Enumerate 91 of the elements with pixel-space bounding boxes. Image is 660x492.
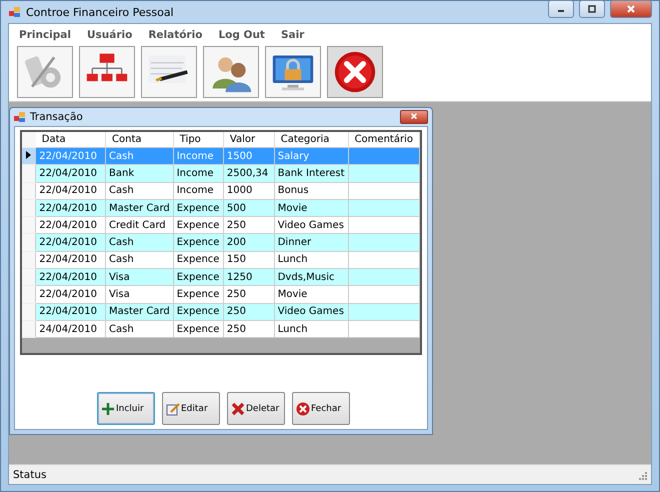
resize-grip-icon[interactable] — [637, 470, 647, 480]
maximize-button[interactable] — [579, 0, 605, 18]
table-cell: Expence — [173, 286, 224, 304]
table-cell: Dinner — [274, 234, 348, 252]
table-cell: 22/04/2010 — [36, 199, 106, 217]
table-cell: 250 — [223, 303, 274, 320]
close-icon — [409, 113, 419, 121]
column-header[interactable]: Conta — [106, 132, 174, 148]
column-header[interactable]: Data — [36, 132, 106, 148]
window-title: Controe Financeiro Pessoal — [26, 6, 174, 18]
close-button[interactable]: Fechar — [292, 392, 350, 425]
table-cell: Expence — [173, 216, 224, 234]
table-cell: 1250 — [223, 268, 274, 286]
table-cell: Credit Card — [106, 216, 174, 234]
table-cell: Expence — [173, 268, 224, 286]
table-cell: 22/04/2010 — [36, 286, 106, 304]
status-text: Status — [13, 468, 46, 480]
menu-item[interactable]: Usuário — [78, 28, 140, 42]
toolbar-button[interactable] — [141, 46, 197, 98]
notepad-icon — [166, 402, 180, 416]
delete-button[interactable]: Deletar — [227, 392, 285, 425]
table-cell: 24/04/2010 — [36, 320, 106, 338]
table-cell: Expence — [173, 251, 224, 269]
table-cell: 250 — [223, 320, 274, 338]
table-cell: Video Games — [274, 216, 348, 234]
close-button[interactable] — [400, 110, 428, 124]
form-icon — [14, 111, 26, 123]
table-cell: Dvds,Music — [274, 268, 348, 286]
table-cell: Cash — [106, 251, 174, 269]
table-cell: 22/04/2010 — [36, 268, 106, 286]
current-row-icon — [26, 150, 31, 159]
table-cell: Expence — [173, 320, 224, 338]
table-cell: 2500,34 — [223, 164, 274, 182]
close-button[interactable] — [610, 0, 652, 18]
app-icon — [9, 6, 21, 18]
maximize-icon — [587, 4, 597, 14]
table-cell: Movie — [274, 199, 348, 217]
table-cell: 200 — [223, 234, 274, 252]
table-cell: Bonus — [274, 182, 348, 200]
table-cell: Master Card — [106, 303, 174, 320]
table-cell: Master Card — [106, 199, 174, 217]
column-header[interactable]: Tipo — [173, 132, 224, 148]
table-cell: Expence — [173, 303, 224, 320]
table-cell: Video Games — [274, 303, 348, 320]
table-cell: Cash — [106, 320, 174, 338]
table-cell: Cash — [106, 182, 174, 200]
edit-button[interactable]: Editar — [162, 392, 220, 425]
cross-icon — [231, 402, 245, 416]
menu-item[interactable]: Principal — [11, 28, 79, 42]
cancel-icon — [333, 50, 377, 94]
table-cell: Visa — [106, 286, 174, 304]
column-header[interactable]: Categoria — [274, 132, 348, 148]
table-cell: 22/04/2010 — [36, 216, 106, 234]
table-cell: 500 — [223, 199, 274, 217]
table-cell: Bank — [106, 164, 174, 182]
table-cell: 250 — [223, 216, 274, 234]
table-cell: 22/04/2010 — [36, 251, 106, 269]
table-cell: 22/04/2010 — [36, 182, 106, 200]
table-cell: 22/04/2010 — [36, 148, 106, 165]
table-cell: Lunch — [274, 320, 348, 338]
table-cell: 150 — [223, 251, 274, 269]
table-cell: Cash — [106, 148, 174, 165]
table-cell: 1000 — [223, 182, 274, 200]
table-cell: Bank Interest — [274, 164, 348, 182]
table-cell: Cash — [106, 234, 174, 252]
column-header[interactable]: Valor — [223, 132, 274, 148]
table-cell: Income — [173, 164, 224, 182]
column-header[interactable]: Comentário — [348, 132, 420, 148]
close-icon — [626, 4, 636, 14]
menu-item[interactable]: Relatório — [140, 28, 210, 42]
table-cell: 22/04/2010 — [36, 164, 106, 182]
table-cell: Expence — [173, 199, 224, 217]
table-cell: 22/04/2010 — [36, 303, 106, 320]
table-cell: 1500 — [223, 148, 274, 165]
table-cell: Expence — [173, 234, 224, 252]
table-cell: Lunch — [274, 251, 348, 269]
toolbar-button[interactable] — [327, 46, 383, 98]
table-cell: Income — [173, 182, 224, 200]
menu-item[interactable]: Log Out — [210, 28, 273, 42]
table-cell: 22/04/2010 — [36, 234, 106, 252]
add-button[interactable]: Incluir — [97, 392, 155, 425]
minimize-button[interactable] — [548, 0, 574, 18]
table-cell: Movie — [274, 286, 348, 304]
child-window-title: Transação — [30, 111, 83, 123]
menu-item[interactable]: Sair — [272, 28, 312, 42]
table-cell: 250 — [223, 286, 274, 304]
plus-icon — [101, 402, 115, 416]
table-cell: Visa — [106, 268, 174, 286]
cancel-icon — [296, 402, 310, 416]
table-cell: Income — [173, 148, 224, 165]
table-cell: Salary — [274, 148, 348, 165]
